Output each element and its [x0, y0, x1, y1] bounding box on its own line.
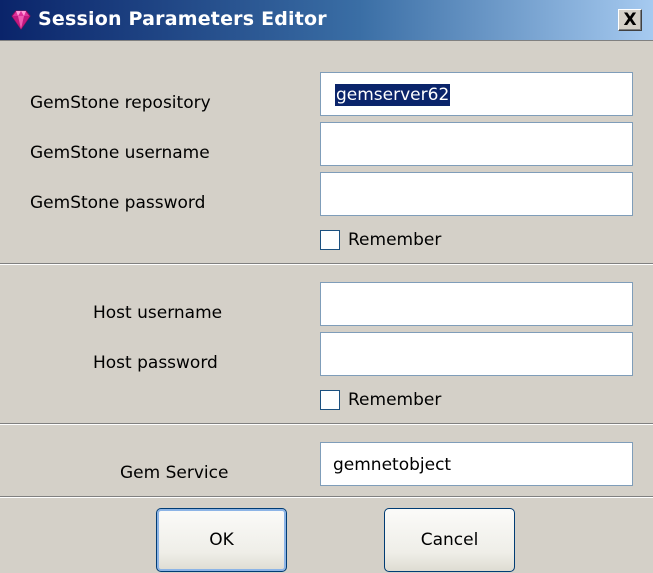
host-username-label: Host username [93, 303, 223, 323]
gemstone-repository-value: gemserver62 [335, 84, 451, 106]
close-icon[interactable]: X [618, 9, 642, 31]
gemstone-username-field[interactable] [320, 122, 633, 166]
ok-button[interactable]: OK [156, 508, 287, 572]
section-divider [0, 496, 653, 498]
gemstone-repository-label: GemStone repository [30, 93, 211, 113]
gemstone-username-label: GemStone username [30, 143, 210, 163]
host-username-field[interactable] [320, 282, 633, 326]
cancel-button[interactable]: Cancel [384, 508, 515, 572]
gemstone-password-label: GemStone password [30, 193, 206, 213]
gem-service-label: Gem Service [120, 463, 229, 483]
gemstone-repository-field[interactable]: gemserver62 [320, 72, 633, 116]
gem-service-field[interactable]: gemnetobject [320, 442, 633, 486]
gemstone-remember-label: Remember [348, 230, 442, 250]
session-parameters-dialog: Session Parameters Editor X GemStone rep… [0, 0, 653, 573]
gem-icon [11, 10, 31, 30]
host-remember-label: Remember [348, 390, 442, 410]
section-divider [0, 263, 653, 265]
host-password-label: Host password [93, 353, 218, 373]
gem-service-value: gemnetobject [333, 455, 452, 475]
host-password-field[interactable] [320, 332, 633, 376]
host-remember-checkbox[interactable] [320, 390, 340, 410]
gemstone-password-field[interactable] [320, 172, 633, 216]
section-divider [0, 423, 653, 425]
gemstone-remember-checkbox[interactable] [320, 230, 340, 250]
window-title: Session Parameters Editor [38, 8, 327, 30]
title-bar: Session Parameters Editor X [0, 0, 653, 41]
